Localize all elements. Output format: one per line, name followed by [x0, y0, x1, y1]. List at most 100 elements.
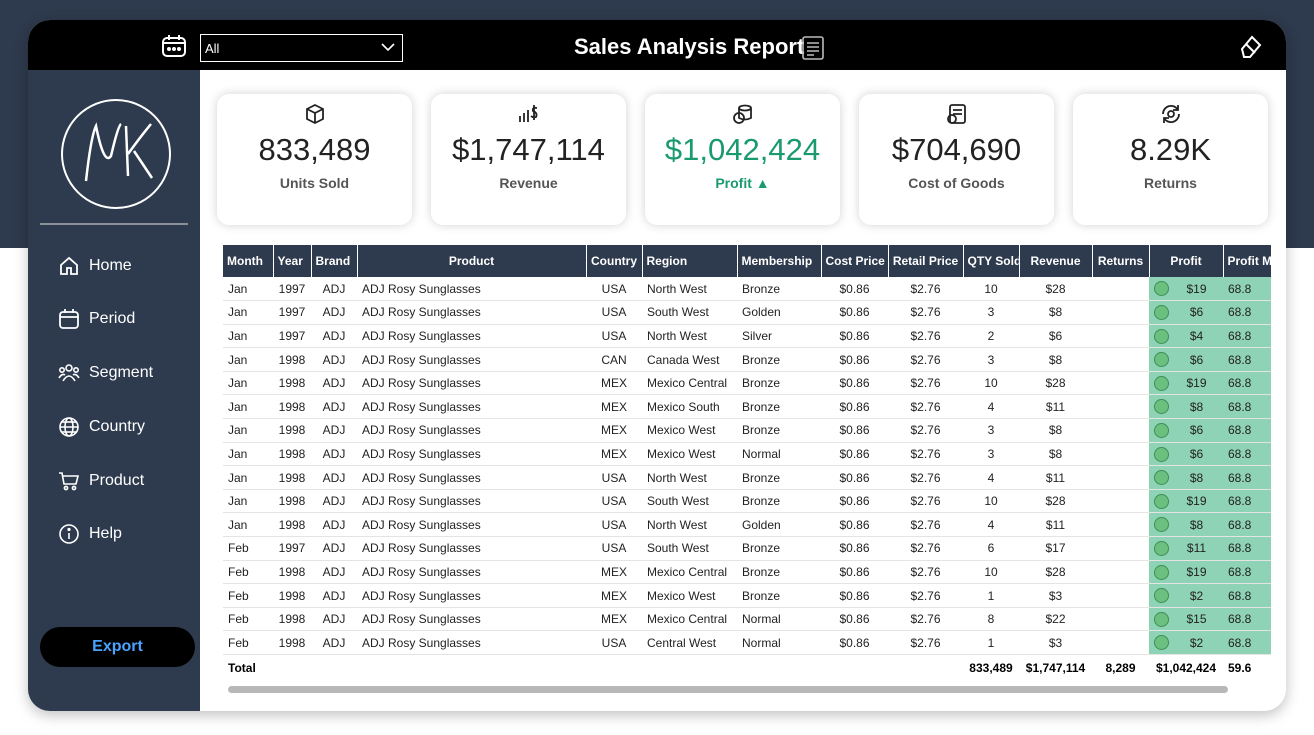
table-cell: Feb [223, 607, 273, 632]
table-cell: 3 [963, 442, 1019, 467]
table-row[interactable]: Jan 1998 ADJ ADJ Rosy Sunglasses USA South We… [223, 489, 1271, 514]
column-header[interactable]: Brand [311, 245, 358, 277]
profit-indicator-icon [1154, 635, 1169, 651]
column-header[interactable]: Region [642, 245, 738, 277]
table-cell: Bronze [737, 536, 821, 561]
sidebar-item-product[interactable]: Product [58, 466, 144, 496]
table-cell: MEX [586, 560, 642, 585]
table-cell: Canada West [642, 347, 737, 372]
table-row[interactable]: Jan 1997 ADJ ADJ Rosy Sunglasses USA South We… [223, 300, 1271, 325]
table-cell: CAN [586, 347, 642, 372]
table-cell: $0.86 [821, 607, 888, 632]
table-cell: ADJ [311, 277, 357, 302]
table-cell: MEX [586, 442, 642, 467]
column-header[interactable]: Year [273, 245, 312, 277]
table-cell: 1997 [273, 300, 311, 325]
column-header[interactable]: QTY Sold [963, 245, 1020, 277]
table-cell: 68.8 [1223, 512, 1271, 538]
sidebar-divider [40, 223, 188, 225]
table-cell: $0.86 [821, 583, 888, 608]
column-header[interactable]: Returns [1092, 245, 1150, 277]
table-cell: Bronze [737, 465, 821, 490]
total-profit-margin: 59.6 [1223, 654, 1271, 681]
sidebar-item-country[interactable]: Country [58, 412, 145, 442]
column-header[interactable]: Month [223, 245, 274, 277]
table-cell: 3 [963, 418, 1019, 443]
sidebar-item-segment[interactable]: Segment [58, 358, 153, 388]
table-cell: 1 [963, 583, 1019, 608]
kpi-label: Profit ▲ [715, 175, 770, 191]
table-cell [1092, 442, 1149, 467]
column-header[interactable]: Membership [737, 245, 822, 277]
table-cell: ADJ [311, 371, 357, 396]
table-row[interactable]: Feb 1997 ADJ ADJ Rosy Sunglasses USA South We… [223, 536, 1271, 561]
calendar-icon[interactable] [161, 34, 187, 58]
table-cell: $28 [1019, 489, 1092, 514]
period-dropdown[interactable]: All [200, 34, 403, 62]
table-cell: 1998 [273, 512, 311, 538]
table-cell: USA [586, 300, 642, 325]
table-row[interactable]: Jan 1997 ADJ ADJ Rosy Sunglasses USA North We… [223, 277, 1271, 302]
table-cell: $0.86 [821, 418, 888, 443]
table-cell: $6 [1149, 418, 1223, 443]
horizontal-scrollbar[interactable] [228, 686, 1228, 693]
column-header[interactable]: Profit M [1223, 245, 1271, 277]
column-header[interactable]: Country [586, 245, 643, 277]
table-cell: 68.8 [1223, 442, 1271, 467]
table-cell: 68.8 [1223, 465, 1271, 490]
column-header[interactable]: Retail Price [888, 245, 964, 277]
table-row[interactable]: Jan 1998 ADJ ADJ Rosy Sunglasses USA North We… [223, 512, 1271, 538]
column-header[interactable]: Product [357, 245, 587, 277]
table-cell: USA [586, 536, 642, 561]
table-cell: Jan [223, 512, 273, 538]
table-cell: $19 [1149, 489, 1223, 514]
table-cell: ADJ Rosy Sunglasses [357, 371, 586, 396]
table-cell: ADJ Rosy Sunglasses [357, 607, 586, 632]
table-row[interactable]: Jan 1998 ADJ ADJ Rosy Sunglasses MEX Mexico W… [223, 442, 1271, 467]
table-cell: $2.76 [888, 560, 963, 585]
table-cell: Mexico West [642, 583, 737, 608]
table-cell: $28 [1019, 560, 1092, 585]
table-row[interactable]: Feb 1998 ADJ ADJ Rosy Sunglasses MEX Mexico C… [223, 560, 1271, 585]
column-header[interactable]: Revenue [1019, 245, 1093, 277]
table-row[interactable]: Jan 1998 ADJ ADJ Rosy Sunglasses MEX Mexico W… [223, 418, 1271, 443]
profit-indicator-icon [1154, 564, 1169, 580]
total-label: Total [223, 654, 273, 681]
table-row[interactable]: Jan 1998 ADJ ADJ Rosy Sunglasses CAN Canada W… [223, 347, 1271, 372]
column-header[interactable]: Cost Price [821, 245, 889, 277]
table-cell: $6 [1149, 442, 1223, 467]
table-cell: 1998 [273, 630, 311, 655]
table-cell: 10 [963, 371, 1019, 396]
table-cell: ADJ [311, 324, 357, 349]
sidebar-item-help[interactable]: Help [58, 519, 122, 549]
table-cell: 1998 [273, 607, 311, 632]
table-row[interactable]: Jan 1998 ADJ ADJ Rosy Sunglasses MEX Mexico S… [223, 394, 1271, 420]
table-cell [1092, 418, 1149, 443]
sales-table[interactable]: Month Year Brand Product Country Region … [223, 245, 1271, 697]
table-cell [1092, 465, 1149, 490]
sidebar-item-home[interactable]: Home [58, 251, 132, 281]
table-row[interactable]: Jan 1998 ADJ ADJ Rosy Sunglasses USA North We… [223, 465, 1271, 490]
sidebar-item-period[interactable]: Period [58, 304, 135, 334]
profit-indicator-icon [1154, 399, 1169, 415]
table-row[interactable]: Feb 1998 ADJ ADJ Rosy Sunglasses MEX Mexico C… [223, 607, 1271, 632]
eraser-icon[interactable] [1236, 32, 1264, 60]
table-row[interactable]: Feb 1998 ADJ ADJ Rosy Sunglasses USA Central … [223, 630, 1271, 655]
table-row[interactable]: Jan 1997 ADJ ADJ Rosy Sunglasses USA North We… [223, 324, 1271, 349]
kpi-label: Cost of Goods [908, 175, 1005, 191]
table-cell: MEX [586, 583, 642, 608]
profit-indicator-icon [1154, 423, 1169, 439]
table-cell: ADJ [311, 394, 357, 420]
table-cell: 1998 [273, 347, 311, 372]
table-cell: $19 [1149, 560, 1223, 585]
export-button[interactable]: Export [40, 627, 195, 667]
table-cell: $2.76 [888, 418, 963, 443]
table-cell: 68.8 [1223, 489, 1271, 514]
column-header[interactable]: Profit [1149, 245, 1224, 277]
table-row[interactable]: Jan 1998 ADJ ADJ Rosy Sunglasses MEX Mexico C… [223, 371, 1271, 396]
table-row[interactable]: Feb 1998 ADJ ADJ Rosy Sunglasses MEX Mexico W… [223, 583, 1271, 608]
table-cell: Jan [223, 324, 273, 349]
table-cell: Feb [223, 583, 273, 608]
table-cell: $0.86 [821, 324, 888, 349]
table-cell: $2.76 [888, 324, 963, 349]
